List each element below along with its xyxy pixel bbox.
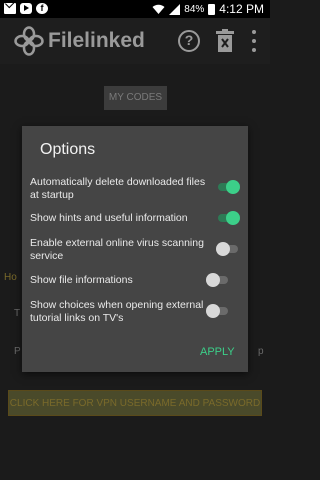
option-toggle[interactable]: [216, 180, 240, 194]
battery-icon: [208, 3, 216, 15]
battery-percentage: 84%: [184, 3, 205, 15]
mail-icon: [4, 3, 16, 14]
option-label: Automatically delete downloaded files at…: [30, 176, 206, 201]
background-peek-text: Ho: [4, 272, 17, 283]
app-title: Filelinked: [48, 29, 145, 52]
clock: 4:12 PM: [219, 2, 264, 16]
option-label: Show file informations: [30, 274, 133, 286]
signal-icon: [169, 3, 181, 15]
vpn-credentials-button[interactable]: CLICK HERE FOR VPN USERNAME AND PASSWORD: [8, 390, 262, 416]
option-label: Enable external online virus scanning se…: [30, 237, 204, 262]
option-label: Show choices when opening external tutor…: [30, 299, 204, 324]
options-dialog: Options Automatically delete downloaded …: [22, 126, 248, 372]
help-icon[interactable]: ?: [178, 30, 200, 52]
apply-button[interactable]: APPLY: [200, 346, 235, 358]
youtube-icon: [20, 3, 32, 14]
option-toggle[interactable]: [206, 273, 230, 287]
background-peek-text: T: [14, 308, 21, 319]
background-peek-text: P: [14, 346, 21, 357]
trash-icon[interactable]: [216, 29, 234, 53]
filelinked-logo: [14, 26, 44, 56]
my-codes-button[interactable]: MY CODES: [104, 86, 167, 110]
option-label: Show hints and useful information: [30, 212, 188, 224]
option-toggle[interactable]: [206, 304, 230, 318]
option-toggle[interactable]: [216, 211, 240, 225]
status-bar: f 84% 4:12 PM: [0, 0, 270, 18]
app-bar: Filelinked ?: [0, 18, 270, 64]
wifi-icon: [152, 4, 165, 14]
dialog-title: Options: [40, 141, 96, 158]
facebook-icon: f: [36, 3, 48, 14]
overflow-menu-icon[interactable]: [250, 30, 258, 52]
option-toggle[interactable]: [216, 242, 240, 256]
background-peek-text: p: [258, 346, 264, 357]
